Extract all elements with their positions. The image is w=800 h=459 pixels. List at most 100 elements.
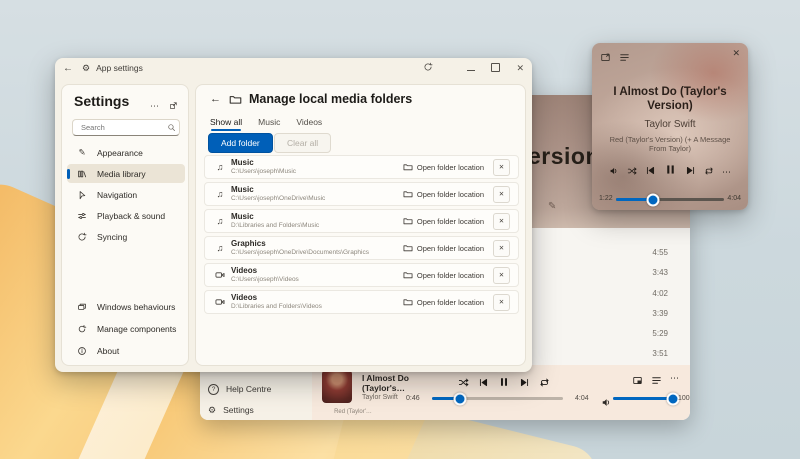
sidebar-title: Settings (74, 93, 130, 109)
remove-folder-button[interactable]: ✕ (493, 185, 510, 203)
volume-icon[interactable] (601, 395, 612, 413)
edit-icon: ✎ (548, 201, 557, 212)
sidebar-item-media-library[interactable]: Media library (67, 164, 185, 183)
nav-footer: ? Help Centre ⚙ Settings (200, 365, 312, 420)
pause-button[interactable] (664, 163, 677, 181)
volume-value: 100 (678, 395, 690, 402)
open-folder-label: Open folder location (416, 297, 484, 307)
info-icon (76, 346, 88, 356)
app-settings-window: ← ⚙ App settings ✕ Settings ⋯ ✎ Appearan… (55, 58, 532, 372)
mini-artist[interactable]: Taylor Swift (602, 119, 738, 130)
volume-icon[interactable] (609, 163, 619, 181)
mini-seek-slider[interactable] (616, 193, 724, 206)
previous-button[interactable] (645, 163, 656, 181)
sidebar-item-windows-behaviours[interactable]: Windows behaviours (67, 297, 185, 316)
remove-folder-button[interactable]: ✕ (493, 293, 510, 311)
equalizer-icon (76, 211, 88, 221)
search-box[interactable] (72, 119, 180, 136)
open-folder-location-button[interactable]: Open folder location (403, 216, 484, 226)
remove-folder-button[interactable]: ✕ (493, 239, 510, 257)
folder-name: Music (231, 157, 254, 167)
mini-total-time: 4:04 (727, 195, 741, 202)
queue-icon[interactable] (619, 50, 630, 68)
open-folder-label: Open folder location (416, 270, 484, 280)
tab-show-all[interactable]: Show all (210, 117, 242, 131)
sync-status-icon[interactable] (423, 59, 433, 77)
total-time: 4:04 (575, 395, 589, 402)
tab-videos[interactable]: Videos (296, 117, 322, 131)
close-icon[interactable]: ✕ (732, 48, 740, 59)
help-icon: ? (208, 383, 219, 395)
volume-slider[interactable] (613, 392, 680, 405)
sidebar-item-about[interactable]: About (67, 341, 185, 360)
library-icon (76, 169, 88, 179)
help-centre-label: Help Centre (226, 384, 272, 394)
track-duration: 3:51 (652, 349, 668, 358)
back-icon[interactable]: ← (63, 63, 73, 74)
next-button[interactable] (685, 163, 696, 181)
folder-path: C:\Users\joseph\Music (231, 167, 297, 175)
open-folder-location-button[interactable]: Open folder location (403, 162, 484, 172)
now-playing-title[interactable]: I Almost Do (362, 373, 409, 383)
clear-all-button[interactable]: Clear all (274, 133, 332, 153)
repeat-button[interactable] (539, 375, 550, 393)
minimize-button[interactable] (467, 63, 476, 73)
sidebar-item-label: Media library (97, 168, 146, 179)
queue-button[interactable] (651, 373, 662, 391)
sidebar-item-label: Appearance (97, 147, 143, 158)
maximize-button[interactable] (491, 62, 501, 74)
album-art-thumbnail[interactable] (322, 370, 352, 403)
folder-row: ♫ Music C:\Users\joseph\Music Open folder… (204, 155, 519, 179)
next-button[interactable] (519, 375, 530, 393)
remove-folder-button[interactable]: ✕ (493, 158, 510, 176)
tab-music[interactable]: Music (258, 117, 280, 131)
sidebar-item-playback-sound[interactable]: Playback & sound (67, 206, 185, 225)
sidebar-item-label: Syncing (97, 231, 128, 242)
folder-path: C:\Users\joseph\Videos (231, 275, 299, 283)
back-icon[interactable]: ← (210, 93, 221, 105)
sidebar-item-syncing[interactable]: Syncing (67, 227, 185, 246)
sidebar-item-appearance[interactable]: ✎ Appearance (67, 143, 185, 162)
sidebar-item-navigation[interactable]: Navigation (67, 185, 185, 204)
music-note-icon: ♫ (216, 216, 224, 226)
mini-player-button[interactable] (632, 373, 643, 391)
settings-nav-label: Settings (223, 405, 254, 415)
track-duration: 3:39 (652, 309, 668, 318)
search-input[interactable] (79, 122, 167, 133)
more-button[interactable]: ⋯ (670, 373, 680, 391)
open-folder-location-button[interactable]: Open folder location (403, 243, 484, 253)
seek-slider[interactable] (432, 392, 563, 405)
popout-icon[interactable] (169, 97, 178, 115)
open-folder-location-button[interactable]: Open folder location (403, 189, 484, 199)
settings-nav-item[interactable]: ⚙ Settings (208, 402, 254, 418)
open-folder-location-button[interactable]: Open folder location (403, 270, 484, 280)
repeat-button[interactable] (704, 163, 714, 181)
now-playing-title-line2[interactable]: (Taylor's… (362, 383, 405, 393)
remove-folder-button[interactable]: ✕ (493, 212, 510, 230)
cursor-icon (76, 190, 88, 200)
folder-name: Music (231, 211, 254, 221)
track-duration: 5:29 (652, 329, 668, 338)
exit-mini-player-icon[interactable] (600, 50, 611, 68)
remove-folder-button[interactable]: ✕ (493, 266, 510, 284)
open-folder-location-button[interactable]: Open folder location (403, 297, 484, 307)
help-centre-item[interactable]: ? Help Centre (208, 381, 271, 397)
shuffle-button[interactable] (627, 163, 637, 181)
more-icon[interactable]: ⋯ (150, 101, 159, 112)
sidebar-item-label: Manage components (97, 323, 177, 334)
add-folder-button[interactable]: Add folder (208, 133, 273, 153)
pause-button[interactable] (498, 375, 510, 393)
more-button[interactable]: ⋯ (722, 167, 731, 178)
shuffle-button[interactable] (458, 375, 469, 393)
mini-album[interactable]: Red (Taylor's Version) (+ A Message From… (606, 135, 734, 153)
previous-button[interactable] (478, 375, 489, 393)
sidebar-item-label: Navigation (97, 189, 138, 200)
close-button[interactable]: ✕ (516, 63, 524, 74)
folder-row: ♫ Music D:\Libraries and Folders\Music Op… (204, 209, 519, 233)
windows-icon (76, 302, 88, 312)
now-playing-artist[interactable]: Taylor Swift (362, 394, 398, 401)
titlebar: ← ⚙ App settings ✕ (55, 58, 532, 78)
folder-row: Videos D:\Libraries and Folders\Videos Op… (204, 290, 519, 314)
sidebar-item-manage-components[interactable]: Manage components (67, 319, 185, 338)
settings-sidebar: Settings ⋯ ✎ Appearance Media library Na… (61, 84, 189, 366)
